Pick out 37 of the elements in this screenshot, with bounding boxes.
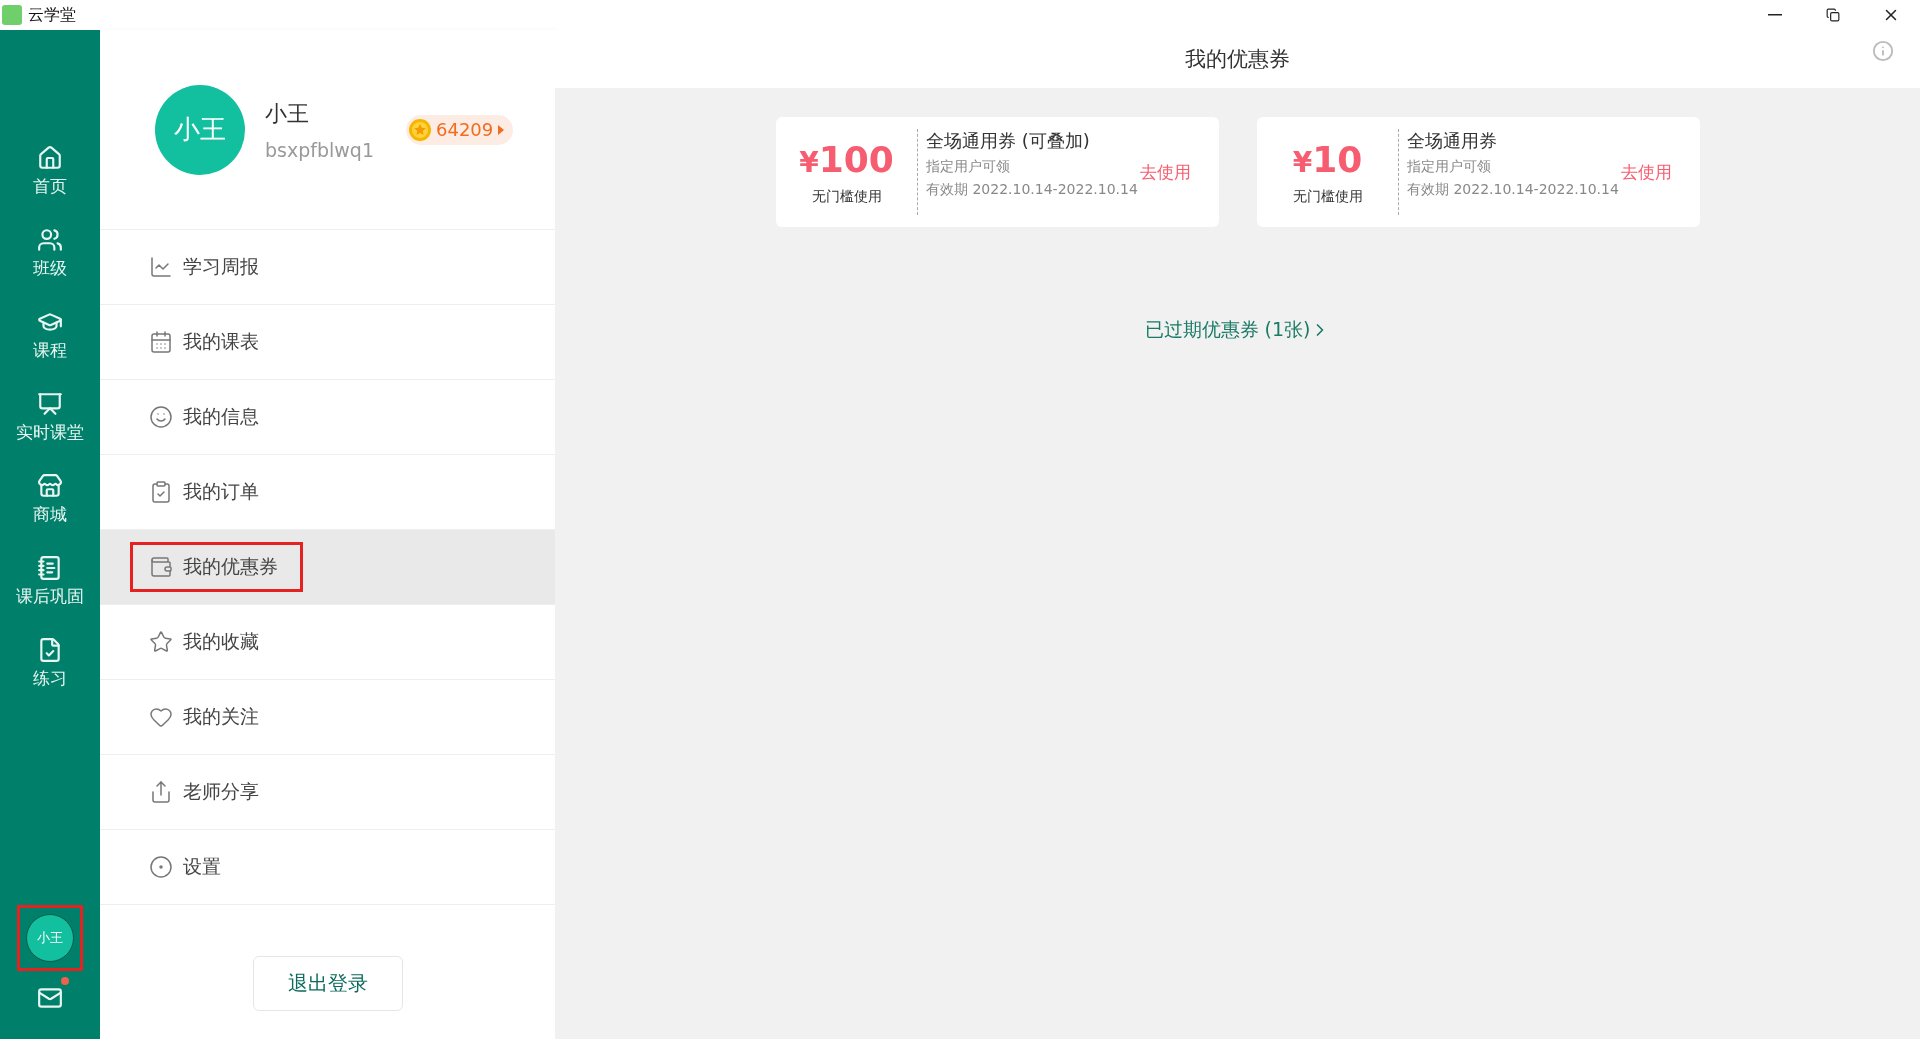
coupon-audience: 指定用户可领 — [1407, 158, 1491, 176]
coupon-title: 全场通用券 — [1407, 129, 1497, 153]
profile-avatar: 小王 — [155, 84, 245, 175]
logout-button[interactable]: 退出登录 — [252, 956, 403, 1011]
coupon-validity: 有效期 2022.10.14-2022.10.14 — [1407, 181, 1619, 199]
menu-item[interactable]: 我的课表 — [100, 305, 555, 380]
nav-item[interactable]: 课后巩固 — [0, 540, 100, 622]
coupon-condition: 无门槛使用 — [1292, 187, 1363, 206]
nav-item[interactable]: 首页 — [0, 130, 100, 212]
coupon-title: 全场通用券 (可叠加) — [926, 129, 1090, 153]
user-id: bsxpfblwq1 — [265, 138, 374, 161]
menu-item[interactable]: 我的收藏 — [100, 605, 555, 680]
menu-item[interactable]: 我的订单 — [100, 455, 555, 530]
page-title: 我的优惠券 — [1185, 46, 1290, 73]
coupon-amount: ¥100 — [799, 138, 894, 180]
menu-item[interactable]: 设置 — [100, 830, 555, 905]
nav-item[interactable]: 商城 — [0, 458, 100, 540]
coupon-validity: 有效期 2022.10.14-2022.10.14 — [926, 181, 1138, 199]
expired-coupons-link[interactable]: 已过期优惠券 (1张) — [1144, 317, 1331, 343]
menu-item[interactable]: 老师分享 — [100, 755, 555, 830]
coupon-amount: ¥10 — [1292, 138, 1363, 180]
coupon-audience: 指定用户可领 — [926, 158, 1010, 176]
window-title: 云学堂 — [28, 4, 76, 26]
use-coupon-link[interactable]: 去使用 — [1140, 161, 1191, 184]
menu-item[interactable]: 学习周报 — [100, 230, 555, 305]
nav-item[interactable]: 练习 — [0, 622, 100, 704]
nav-item[interactable]: 班级 — [0, 212, 100, 294]
user-name: 小王 — [265, 99, 310, 128]
menu-item[interactable]: 我的信息 — [100, 380, 555, 455]
coupon-condition: 无门槛使用 — [811, 187, 882, 206]
use-coupon-link[interactable]: 去使用 — [1621, 161, 1672, 184]
nav-item[interactable]: 课程 — [0, 294, 100, 376]
menu-item[interactable]: 我的关注 — [100, 680, 555, 755]
menu-item[interactable]: 我的优惠券 — [100, 530, 555, 605]
points-badge[interactable]: 64209 — [406, 114, 514, 145]
nav-item[interactable]: 实时课堂 — [0, 376, 100, 458]
highlight-frame: 我的优惠券 — [130, 542, 303, 592]
